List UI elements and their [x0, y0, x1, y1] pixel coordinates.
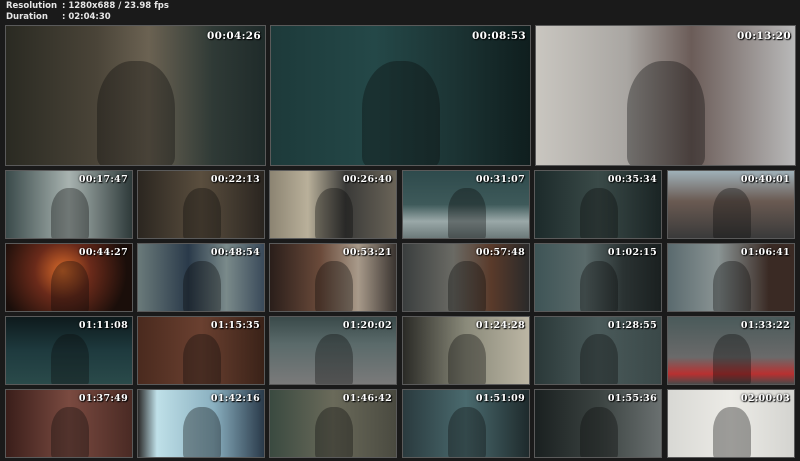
scene-silhouette: [315, 188, 353, 238]
thumbnail-frame[interactable]: 01:51:09: [402, 389, 530, 458]
timestamp-label: 00:35:34: [607, 174, 657, 185]
thumbnail-frame[interactable]: 01:15:35: [137, 316, 265, 385]
timestamp-label: 01:51:09: [475, 393, 525, 404]
scene-silhouette: [315, 407, 353, 457]
resolution-label: Resolution: [6, 1, 58, 11]
scene-silhouette: [627, 61, 705, 165]
timestamp-label: 01:02:15: [607, 247, 657, 258]
thumbnail-frame[interactable]: 00:53:21: [269, 243, 397, 312]
timestamp-label: 00:31:07: [475, 174, 525, 185]
duration-row: Duration : 02:04:30: [6, 12, 169, 23]
scene-silhouette: [448, 407, 486, 457]
timestamp-label: 00:08:53: [472, 30, 526, 42]
timestamp-label: 00:53:21: [342, 247, 392, 258]
thumbnail-frame[interactable]: 01:24:28: [402, 316, 530, 385]
timestamp-label: 01:33:22: [740, 320, 790, 331]
timestamp-label: 02:00:03: [740, 393, 790, 404]
thumbnail-frame[interactable]: 00:13:20: [535, 25, 796, 166]
thumbnail-frame[interactable]: 00:31:07: [402, 170, 530, 239]
resolution-row: Resolution : 1280x688 / 23.98 fps: [6, 1, 169, 12]
timestamp-label: 01:06:41: [740, 247, 790, 258]
scene-silhouette: [580, 334, 618, 384]
thumbnail-frame[interactable]: 00:17:47: [5, 170, 133, 239]
scene-silhouette: [183, 407, 221, 457]
timestamp-label: 01:15:35: [210, 320, 260, 331]
thumbnail-frame[interactable]: 01:11:08: [5, 316, 133, 385]
thumbnail-frame[interactable]: 00:08:53: [270, 25, 531, 166]
thumbnail-frame[interactable]: 01:37:49: [5, 389, 133, 458]
timestamp-label: 00:13:20: [737, 30, 791, 42]
thumbnail-frame[interactable]: 01:46:42: [269, 389, 397, 458]
resolution-value: : 1280x688 / 23.98 fps: [62, 1, 169, 11]
thumbnail-frame[interactable]: 01:28:55: [534, 316, 662, 385]
scene-silhouette: [448, 261, 486, 311]
scene-silhouette: [713, 188, 751, 238]
timestamp-label: 01:20:02: [342, 320, 392, 331]
scene-silhouette: [183, 334, 221, 384]
duration-value: : 02:04:30: [62, 12, 111, 22]
thumbnail-frame[interactable]: 01:20:02: [269, 316, 397, 385]
scene-silhouette: [580, 188, 618, 238]
timestamp-label: 00:26:40: [342, 174, 392, 185]
timestamp-label: 00:22:13: [210, 174, 260, 185]
timestamp-label: 01:28:55: [607, 320, 657, 331]
scene-silhouette: [51, 407, 89, 457]
scene-silhouette: [97, 61, 175, 165]
timestamp-label: 00:48:54: [210, 247, 260, 258]
thumbnail-frame[interactable]: 00:35:34: [534, 170, 662, 239]
scene-silhouette: [448, 188, 486, 238]
info-header: Resolution : 1280x688 / 23.98 fps Durati…: [6, 1, 169, 23]
thumbnail-frame[interactable]: 01:02:15: [534, 243, 662, 312]
scene-silhouette: [713, 334, 751, 384]
scene-silhouette: [315, 261, 353, 311]
timestamp-label: 01:11:08: [78, 320, 128, 331]
timestamp-label: 01:42:16: [210, 393, 260, 404]
timestamp-label: 01:37:49: [78, 393, 128, 404]
scene-silhouette: [315, 334, 353, 384]
timestamp-label: 00:44:27: [78, 247, 128, 258]
thumbnail-frame[interactable]: 01:33:22: [667, 316, 795, 385]
timestamp-label: 01:46:42: [342, 393, 392, 404]
thumbnail-frame[interactable]: 00:44:27: [5, 243, 133, 312]
thumbnail-frame[interactable]: 01:06:41: [667, 243, 795, 312]
timestamp-label: 01:24:28: [475, 320, 525, 331]
thumbnail-frame[interactable]: 01:42:16: [137, 389, 265, 458]
timestamp-label: 00:04:26: [207, 30, 261, 42]
thumbnail-frame[interactable]: 00:57:48: [402, 243, 530, 312]
thumbnail-frame[interactable]: 00:40:01: [667, 170, 795, 239]
timestamp-label: 00:57:48: [475, 247, 525, 258]
duration-label: Duration: [6, 12, 48, 22]
thumbnail-frame[interactable]: 00:04:26: [5, 25, 266, 166]
scene-silhouette: [51, 261, 89, 311]
timestamp-label: 00:17:47: [78, 174, 128, 185]
scene-silhouette: [713, 261, 751, 311]
scene-silhouette: [51, 334, 89, 384]
scene-silhouette: [183, 261, 221, 311]
thumbnail-frame[interactable]: 00:48:54: [137, 243, 265, 312]
scene-silhouette: [362, 61, 440, 165]
scene-silhouette: [580, 261, 618, 311]
thumbnail-frame[interactable]: 00:22:13: [137, 170, 265, 239]
scene-silhouette: [448, 334, 486, 384]
scene-silhouette: [183, 188, 221, 238]
timestamp-label: 00:40:01: [740, 174, 790, 185]
thumbnail-frame[interactable]: 01:55:36: [534, 389, 662, 458]
thumbnail-frame[interactable]: 02:00:03: [667, 389, 795, 458]
timestamp-label: 01:55:36: [607, 393, 657, 404]
scene-silhouette: [51, 188, 89, 238]
scene-silhouette: [713, 407, 751, 457]
scene-silhouette: [580, 407, 618, 457]
thumbnail-frame[interactable]: 00:26:40: [269, 170, 397, 239]
